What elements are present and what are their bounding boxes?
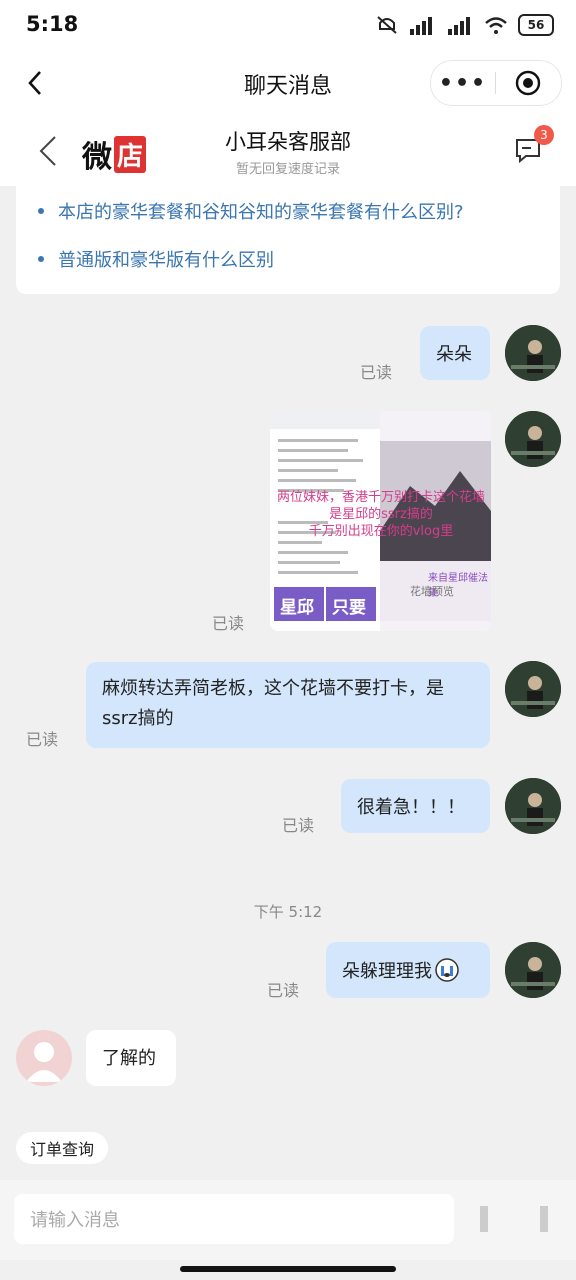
order-query-button[interactable]: 订单查询 (16, 1132, 109, 1164)
avatar-self[interactable] (505, 661, 561, 717)
avatar-self[interactable] (505, 325, 561, 381)
signal-icon (410, 17, 432, 35)
message-bubble-self[interactable]: 很着急！！！ (341, 779, 490, 833)
status-bar: 5:18 56 (0, 0, 576, 52)
status-time: 5:18 (26, 12, 79, 36)
read-status: 已读 (26, 730, 59, 749)
timestamp: 下午 5:12 (253, 903, 323, 921)
status-icons: 56 (376, 14, 554, 36)
bullet-icon (38, 208, 44, 214)
close-button[interactable] (496, 70, 560, 96)
input-tools-icon[interactable] (470, 1204, 560, 1234)
image-message[interactable]: 两位妹妹，香港千万别打卡这个花墙 是星邱的ssrz搞的 千万别出现在你的vlog… (270, 411, 491, 631)
avatar-image (505, 942, 561, 998)
nav-bar: 聊天消息 ••• (0, 52, 576, 116)
faq-card: 本店的豪华套餐和谷知谷知的豪华套餐有什么区别? 普通版和豪华版有什么区别 (16, 186, 560, 294)
avatar-self[interactable] (505, 411, 561, 467)
read-status: 已读 (360, 363, 393, 382)
avatar-self[interactable] (505, 942, 561, 998)
battery-icon: 56 (518, 14, 554, 36)
message-bubble-shop[interactable]: 了解的 (86, 1030, 176, 1086)
more-button[interactable]: ••• (431, 71, 495, 96)
faq-item-text: 普通版和豪华版有什么区别 (58, 250, 274, 271)
message-bubble-self[interactable]: 麻烦转达弄简老板，这个花墙不要打卡，是ssrz搞的 (86, 662, 490, 748)
shop-name: 小耳朵客服部 (225, 130, 351, 154)
crying-emoji-icon (435, 958, 459, 982)
signal-icon-2 (448, 17, 470, 35)
bullet-icon (38, 256, 44, 262)
read-status: 已读 (282, 816, 315, 835)
unread-badge: 3 (534, 125, 554, 145)
avatar-image (505, 778, 561, 834)
image-sticker: 星邱 (280, 598, 314, 618)
avatar-self[interactable] (505, 778, 561, 834)
avatar-shop[interactable] (16, 1030, 72, 1086)
faq-item-text: 本店的豪华套餐和谷知谷知的豪华套餐有什么区别? (58, 202, 464, 223)
read-status: 已读 (267, 981, 300, 1000)
read-status: 已读 (212, 614, 245, 633)
overlay-line: 是星邱的ssrz搞的 (329, 507, 433, 522)
image-sticker: 只要 (332, 598, 366, 618)
target-icon (515, 70, 541, 96)
image-caption-2: 花墙预览 (410, 585, 454, 598)
image-overlay-text: 两位妹妹，香港千万别打卡这个花墙 是星邱的ssrz搞的 千万别出现在你的vlog… (272, 489, 490, 540)
home-indicator (180, 1266, 396, 1272)
message-text: 朵躲理理我 (342, 961, 432, 982)
avatar-image (505, 661, 561, 717)
wifi-icon (485, 17, 507, 34)
avatar-image (505, 325, 561, 381)
overlay-line: 两位妹妹，香港千万别打卡这个花墙 (276, 490, 485, 505)
shop-header: 微 店 小耳朵客服部 暂无回复速度记录 3 (0, 116, 576, 186)
mini-program-capsule: ••• (430, 60, 562, 106)
back-icon[interactable] (22, 68, 52, 98)
default-avatar-icon (26, 1042, 62, 1082)
message-input[interactable]: 请输入消息 (14, 1194, 454, 1244)
message-bubble-self[interactable]: 朵朵 (420, 326, 490, 380)
avatar-image (505, 411, 561, 467)
mute-icon (377, 16, 397, 34)
reply-speed-note: 暂无回复速度记录 (235, 162, 340, 177)
overlay-line: 千万别出现在你的vlog里 (308, 524, 454, 539)
faq-item[interactable]: 普通版和豪华版有什么区别 (38, 246, 274, 272)
input-bar: 请输入消息 (0, 1180, 576, 1260)
message-bubble-self[interactable]: 朵躲理理我 (326, 942, 490, 998)
faq-item[interactable]: 本店的豪华套餐和谷知谷知的豪华套餐有什么区别? (38, 198, 464, 224)
